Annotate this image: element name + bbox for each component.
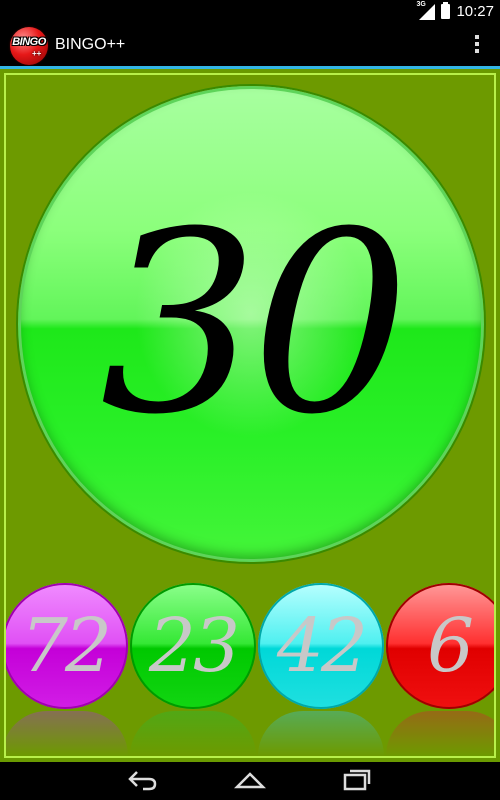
previous-number-1: 72 xyxy=(20,603,112,689)
previous-ball-3[interactable]: 42 xyxy=(258,583,384,709)
previous-number-4: 6 xyxy=(426,603,474,689)
previous-number-2: 23 xyxy=(148,603,240,689)
home-icon[interactable] xyxy=(230,769,270,793)
status-icons: 3G 10:27 xyxy=(416,1,494,21)
current-number: 30 xyxy=(99,178,410,469)
status-time: 10:27 xyxy=(456,3,494,20)
navigation-bar xyxy=(0,762,500,800)
overflow-menu-icon[interactable] xyxy=(474,35,480,55)
bingo-board: 30 72 23 42 6 xyxy=(0,69,500,762)
app-icon-logo-sub: ++ xyxy=(32,49,42,58)
previous-ball-1[interactable]: 72 xyxy=(6,583,128,709)
recent-apps-icon[interactable] xyxy=(337,769,377,793)
signal-icon: 3G xyxy=(416,1,436,20)
ball-reflection-1 xyxy=(6,711,128,756)
ball-reflection-3 xyxy=(258,711,384,756)
previous-ball-2[interactable]: 23 xyxy=(130,583,256,709)
previous-ball-4[interactable]: 6 xyxy=(386,583,494,709)
app-icon[interactable]: BINGO ++ xyxy=(10,27,48,65)
previous-number-3: 42 xyxy=(276,603,368,689)
back-icon[interactable] xyxy=(123,769,163,793)
ball-reflection-2 xyxy=(130,711,256,756)
board-frame: 30 72 23 42 6 xyxy=(4,73,496,758)
ball-reflection-4 xyxy=(386,711,494,756)
action-bar: BINGO ++ BINGO++ xyxy=(0,25,500,65)
app-title: BINGO++ xyxy=(55,36,126,53)
battery-icon xyxy=(441,2,451,19)
app-icon-logo: BINGO xyxy=(12,36,46,48)
current-ball[interactable]: 30 xyxy=(18,86,484,562)
status-bar: 3G 10:27 xyxy=(0,0,500,25)
